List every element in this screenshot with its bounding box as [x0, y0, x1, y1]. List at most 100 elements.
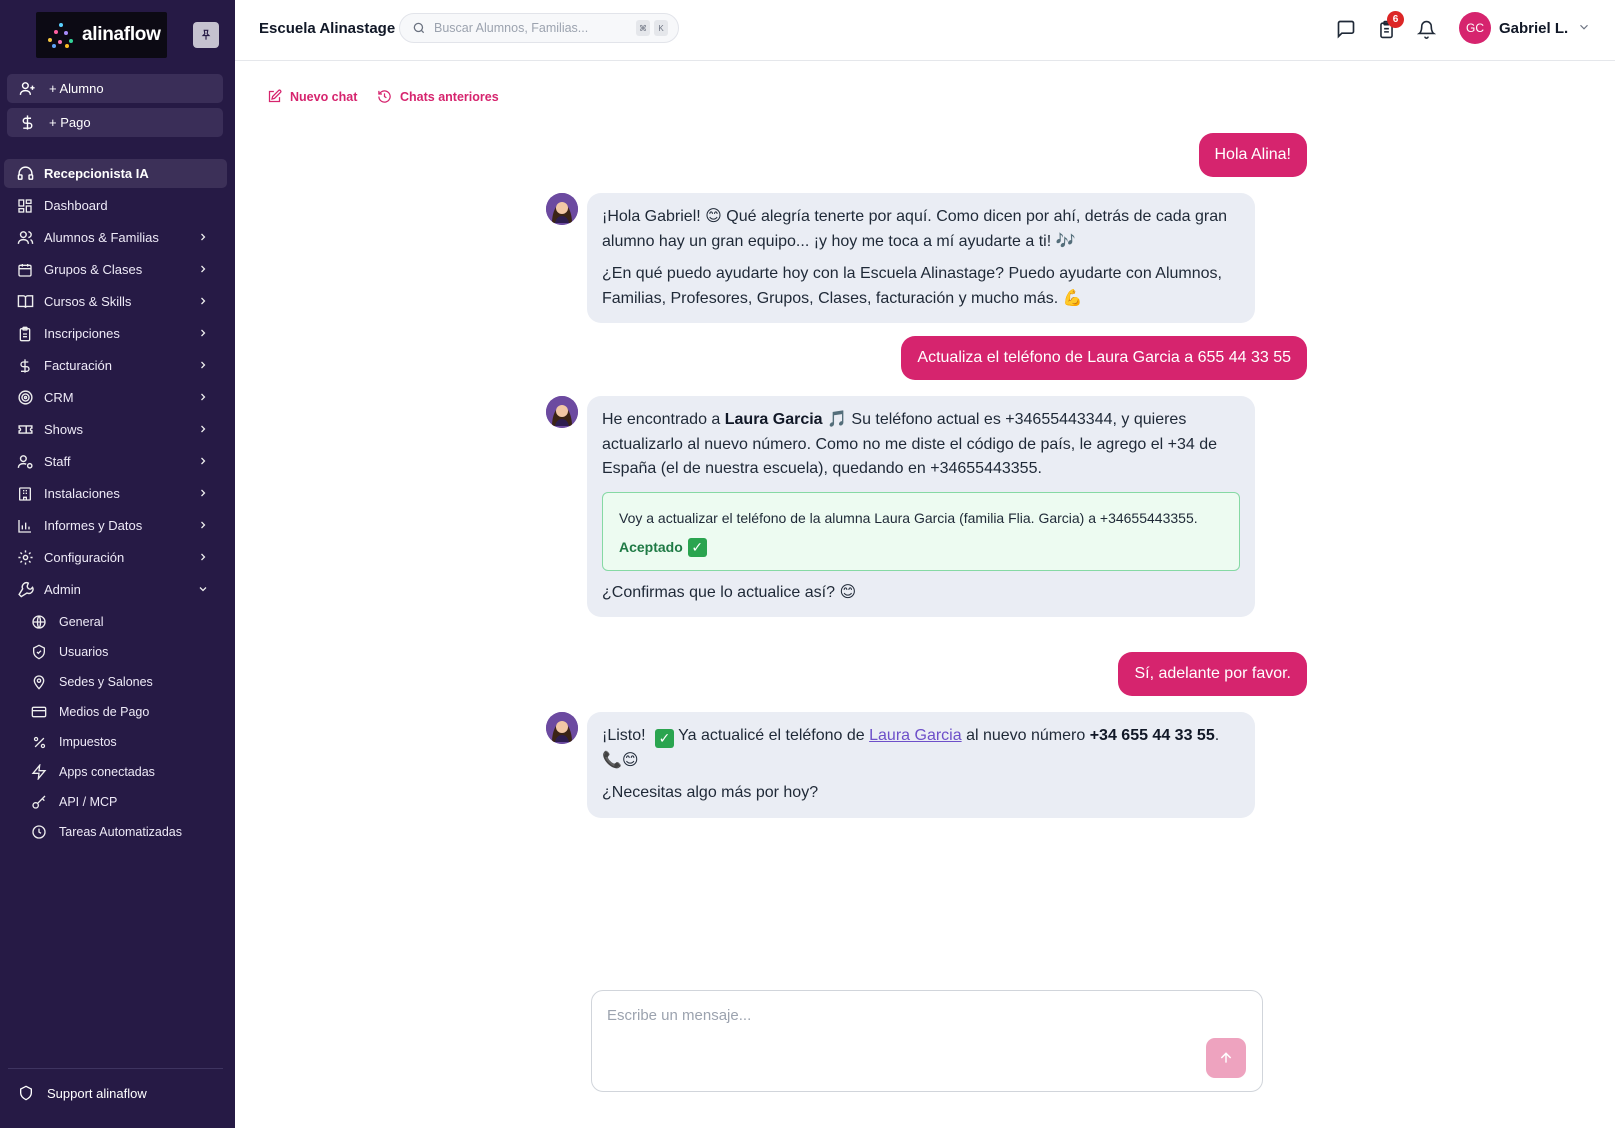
nav-label: Alumnos & Familias: [44, 230, 159, 245]
user-message: Sí, adelante por favor.: [1118, 652, 1307, 696]
dollar-icon: [16, 357, 34, 375]
message-paragraph: He encontrado a Laura Garcia 🎵 Su teléfo…: [602, 408, 1240, 482]
notifications-button[interactable]: [1415, 18, 1437, 40]
nav-inscripciones[interactable]: Inscripciones: [4, 319, 227, 348]
logo-mark-icon: [46, 20, 76, 50]
globe-icon: [30, 613, 48, 631]
clock-icon: [30, 823, 48, 841]
global-search[interactable]: Buscar Alumnos, Familias... ⌘ K: [399, 13, 679, 43]
assistant-message: ¡Listo! ✓ Ya actualicé el teléfono de La…: [587, 712, 1255, 818]
brand-logo[interactable]: alinaflow: [36, 12, 167, 58]
admin-api-mcp[interactable]: API / MCP: [30, 790, 117, 814]
nav-recepcionista-ia[interactable]: Recepcionista IA: [4, 159, 227, 188]
gear-icon: [16, 549, 34, 567]
nav-staff[interactable]: Staff: [4, 447, 227, 476]
assistant-avatar: [546, 396, 578, 428]
nav-dashboard[interactable]: Dashboard: [4, 191, 227, 220]
assistant-message: He encontrado a Laura Garcia 🎵 Su teléfo…: [587, 396, 1255, 617]
nav-alumnos-familias[interactable]: Alumnos & Familias: [4, 223, 227, 252]
percent-icon: [30, 733, 48, 751]
action-confirmation-card: Voy a actualizar el teléfono de la alumn…: [602, 491, 1240, 571]
nav-facturacion[interactable]: Facturación: [4, 351, 227, 380]
chevron-right-icon: [201, 329, 206, 337]
bell-icon: [1416, 20, 1436, 39]
nav-label: Inscripciones: [44, 326, 120, 341]
calendar-icon: [16, 261, 34, 279]
zap-icon: [30, 763, 48, 781]
sub-label: Tareas Automatizadas: [59, 825, 182, 839]
nav-label: Cursos & Skills: [44, 294, 132, 309]
admin-tareas-automatizadas[interactable]: Tareas Automatizadas: [30, 820, 182, 844]
nav-label: Shows: [44, 422, 84, 437]
nav-label: Recepcionista IA: [44, 166, 149, 181]
chevron-right-icon: [201, 553, 206, 561]
kbd-cmd: ⌘: [636, 20, 650, 36]
phone-number: +34 655 44 33 55: [1089, 727, 1215, 744]
ticket-icon: [16, 421, 34, 439]
sub-label: Apps conectadas: [59, 765, 155, 779]
send-button[interactable]: [1206, 1038, 1246, 1078]
nav-informes-datos[interactable]: Informes y Datos: [4, 511, 227, 540]
bar-chart-icon: [16, 517, 34, 535]
admin-sedes-salones[interactable]: Sedes y Salones: [30, 670, 153, 694]
history-icon: [377, 89, 392, 104]
nav-crm[interactable]: CRM: [4, 383, 227, 412]
user-cog-icon: [16, 453, 34, 471]
messages-button[interactable]: [1335, 18, 1357, 40]
action-description: Voy a actualizar el teléfono de la alumn…: [619, 509, 1198, 526]
message-paragraph: ¿Necesitas algo más por hoy?: [602, 784, 819, 801]
nav-label: Dashboard: [44, 198, 108, 213]
check-mark-icon: ✓: [655, 728, 675, 748]
brand-name: alinaflow: [82, 24, 161, 45]
sidebar: alinaflow + Alumno + Pago Recepcionista …: [0, 0, 235, 1128]
assistant-message: ¡Hola Gabriel! 😊 Qué alegría tenerte por…: [587, 193, 1255, 323]
nav-label: Facturación: [44, 358, 112, 373]
sub-label: Impuestos: [59, 735, 117, 749]
nav-shows[interactable]: Shows: [4, 415, 227, 444]
text-span: ¡Listo!: [602, 727, 651, 744]
student-link[interactable]: Laura Garcia: [869, 727, 962, 744]
tasks-count-badge: 6: [1387, 11, 1404, 28]
student-name: Laura Garcia: [724, 411, 823, 428]
chevron-down-icon[interactable]: [1577, 20, 1591, 34]
add-student-button[interactable]: + Alumno: [7, 74, 223, 103]
message-square-icon: [1337, 20, 1355, 39]
nav-admin[interactable]: Admin: [4, 575, 227, 604]
message-paragraph: ¿Confirmas que lo actualice así? 😊: [602, 583, 857, 601]
chevron-right-icon: [201, 425, 206, 433]
nav-cursos-skills[interactable]: Cursos & Skills: [4, 287, 227, 316]
message-paragraph: ¡Hola Gabriel! 😊 Qué alegría tenerte por…: [602, 208, 1228, 250]
user-name[interactable]: Gabriel L.: [1499, 20, 1568, 37]
admin-usuarios[interactable]: Usuarios: [30, 640, 108, 664]
user-avatar[interactable]: GC: [1459, 12, 1491, 44]
search-placeholder: Buscar Alumnos, Familias...: [434, 21, 589, 35]
admin-impuestos[interactable]: Impuestos: [30, 730, 117, 754]
credit-card-icon: [30, 703, 48, 721]
edit-icon: [267, 89, 282, 104]
new-chat-button[interactable]: Nuevo chat: [267, 89, 357, 104]
chevron-right-icon: [201, 265, 206, 273]
admin-medios-pago[interactable]: Medios de Pago: [30, 700, 149, 724]
add-payment-button[interactable]: + Pago: [7, 108, 223, 137]
new-chat-label: Nuevo chat: [290, 89, 358, 104]
shield-check-icon: [30, 643, 48, 661]
nav-grupos-clases[interactable]: Grupos & Clases: [4, 255, 227, 284]
chat-history-button[interactable]: Chats anteriores: [377, 89, 499, 104]
add-payment-label: + Pago: [49, 115, 91, 130]
message-input[interactable]: [607, 1007, 1167, 1024]
shield-icon: [18, 1085, 36, 1101]
support-link[interactable]: Support alinaflow: [18, 1085, 147, 1101]
chevron-right-icon: [201, 489, 206, 497]
admin-apps-conectadas[interactable]: Apps conectadas: [30, 760, 155, 784]
chevron-right-icon: [201, 393, 206, 401]
nav-label: Configuración: [44, 550, 125, 565]
pin-sidebar-button[interactable]: [193, 22, 219, 48]
key-icon: [30, 793, 48, 811]
nav-instalaciones[interactable]: Instalaciones: [4, 479, 227, 508]
nav-configuracion[interactable]: Configuración: [4, 543, 227, 572]
users-icon: [16, 229, 34, 247]
target-icon: [16, 389, 34, 407]
check-mark-icon: ✓: [687, 537, 707, 557]
admin-general[interactable]: General: [30, 610, 103, 634]
map-pin-icon: [30, 673, 48, 691]
